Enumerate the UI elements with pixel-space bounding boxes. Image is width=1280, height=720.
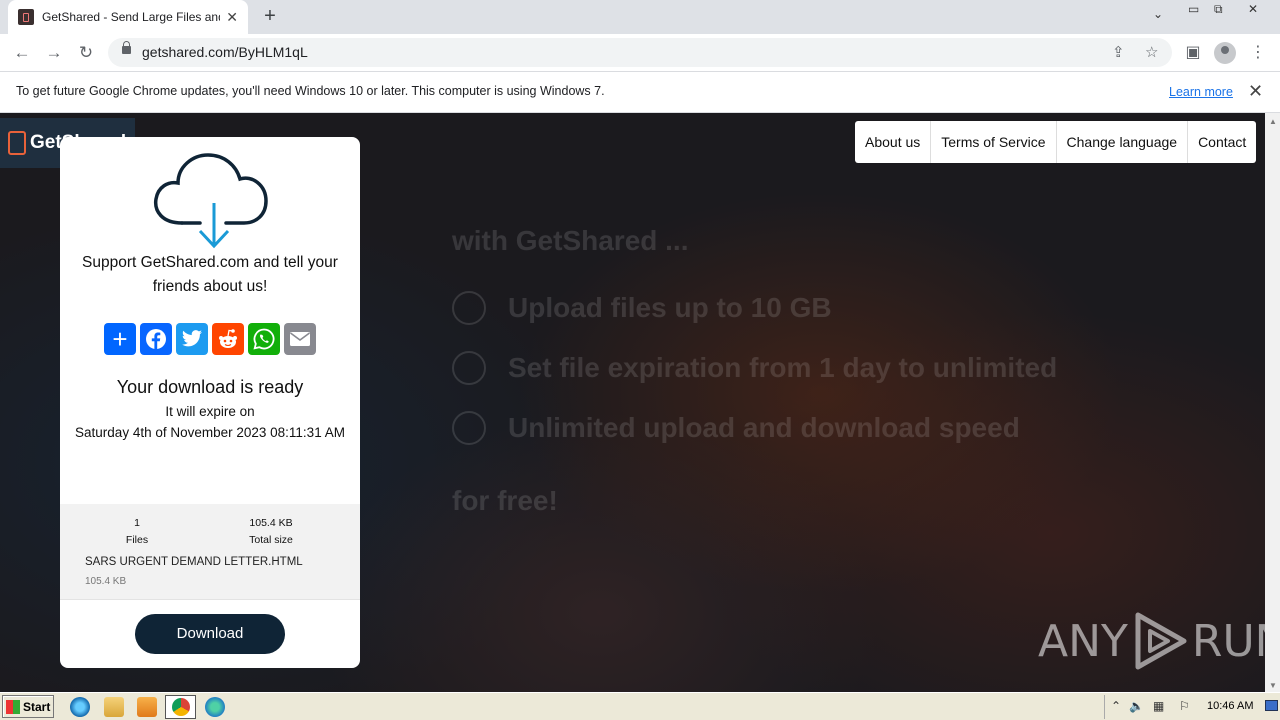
- facebook-share-button[interactable]: [140, 323, 172, 355]
- page-scrollbar[interactable]: ▲ ▼: [1265, 113, 1280, 692]
- facebook-icon: [146, 329, 166, 349]
- feature-item: Set file expiration from 1 day to unlimi…: [452, 351, 1057, 385]
- nav-contact[interactable]: Contact: [1188, 121, 1256, 163]
- menu-kebab-icon[interactable]: ⋮: [1246, 41, 1270, 65]
- file-summary: 1 Files 105.4 KB Total size SARS URGENT …: [60, 504, 360, 599]
- chevron-circle-icon: [452, 291, 486, 325]
- learn-more-link[interactable]: Learn more: [1169, 85, 1233, 99]
- play-triangle-icon: [1135, 612, 1187, 670]
- feature-item: Unlimited upload and download speed: [452, 411, 1020, 445]
- twitter-share-button[interactable]: [176, 323, 208, 355]
- feature-text: Unlimited upload and download speed: [508, 412, 1020, 443]
- download-card: Support GetShared.com and tell your frie…: [60, 137, 360, 668]
- lock-icon[interactable]: [122, 41, 131, 54]
- chevron-circle-icon: [452, 411, 486, 445]
- scroll-down-arrow-icon[interactable]: ▼: [1269, 681, 1277, 690]
- window-close-icon[interactable]: ✕: [1248, 2, 1258, 16]
- total-size-label: Total size: [249, 534, 293, 546]
- tab-close-icon[interactable]: ✕: [226, 9, 238, 26]
- share-plus-button[interactable]: +: [104, 323, 136, 355]
- envelope-icon: [290, 332, 310, 346]
- scroll-up-arrow-icon[interactable]: ▲: [1269, 117, 1277, 126]
- bookmark-star-icon[interactable]: ☆: [1145, 43, 1158, 61]
- anyrun-watermark: ANY RUN: [1038, 611, 1280, 671]
- nav-about-us[interactable]: About us: [855, 121, 932, 163]
- feature-text: Upload files up to 10 GB: [508, 292, 832, 323]
- back-arrow-icon[interactable]: ←: [10, 41, 34, 65]
- restore-icon[interactable]: ⧉: [1214, 2, 1223, 17]
- nav-change-language[interactable]: Change language: [1057, 121, 1189, 163]
- expire-label: It will expire on: [165, 404, 255, 419]
- divider: [60, 599, 360, 600]
- infobar-message: To get future Google Chrome updates, you…: [16, 84, 605, 98]
- windows-flag-icon: [6, 699, 20, 714]
- show-desktop-icon[interactable]: [1265, 700, 1278, 711]
- new-tab-button[interactable]: +: [258, 4, 282, 28]
- volume-icon[interactable]: 🔈: [1129, 699, 1144, 713]
- support-text: Support GetShared.com and tell your frie…: [82, 254, 338, 295]
- reddit-share-button[interactable]: [212, 323, 244, 355]
- files-count: 1: [134, 517, 140, 529]
- forward-arrow-icon[interactable]: →: [42, 41, 66, 65]
- page-content: GetShared About us Terms of Service Chan…: [0, 113, 1280, 692]
- expire-date: Saturday 4th of November 2023 08:11:31 A…: [75, 425, 345, 440]
- address-bar[interactable]: getshared.com/ByHLM1qL ⇪ ☆: [108, 38, 1172, 67]
- whatsapp-icon: [253, 328, 275, 350]
- download-button[interactable]: Download: [135, 614, 285, 654]
- network-icon[interactable]: ▦: [1153, 699, 1164, 713]
- system-tray: ⌃ 🔈 ▦ ⚐ 10:46 AM: [1104, 695, 1280, 719]
- top-navigation: About us Terms of Service Change languag…: [855, 121, 1257, 163]
- email-share-button[interactable]: [284, 323, 316, 355]
- internet-explorer-icon[interactable]: [70, 697, 90, 717]
- side-panel-icon[interactable]: ▣: [1181, 41, 1205, 65]
- cloud-download-icon: [153, 153, 268, 249]
- action-center-flag-icon[interactable]: ⚐: [1179, 699, 1190, 713]
- total-size-value: 105.4 KB: [249, 517, 293, 529]
- site-favicon-icon: [18, 9, 34, 25]
- file-name: SARS URGENT DEMAND LETTER.HTML: [85, 556, 303, 568]
- watermark-any: ANY: [1038, 615, 1128, 667]
- browser-toolbar: ← → ↻ getshared.com/ByHLM1qL ⇪ ☆ ▣ ⋮: [0, 34, 1280, 71]
- url-text[interactable]: getshared.com/ByHLM1qL: [142, 44, 308, 60]
- update-infobar: To get future Google Chrome updates, you…: [0, 71, 1280, 113]
- edge-icon[interactable]: [205, 697, 225, 717]
- feature-item: Upload files up to 10 GB: [452, 291, 832, 325]
- tab-strip: GetShared - Send Large Files and Sh ✕ + …: [0, 0, 1280, 34]
- infobar-close-icon[interactable]: ✕: [1248, 81, 1263, 102]
- share-page-icon[interactable]: ⇪: [1112, 43, 1125, 61]
- file-explorer-icon[interactable]: [104, 697, 124, 717]
- share-buttons: +: [104, 323, 320, 355]
- feature-text: Set file expiration from 1 day to unlimi…: [508, 352, 1058, 383]
- tab-title: GetShared - Send Large Files and Sh: [42, 10, 220, 24]
- hero-footer-text: for free!: [452, 485, 558, 516]
- total-size-stat: 105.4 KB Total size: [236, 515, 306, 549]
- files-label: Files: [125, 534, 149, 546]
- minimize-icon[interactable]: ▭: [1188, 2, 1199, 16]
- start-button[interactable]: Start: [2, 695, 54, 718]
- tab-search-chevron-icon[interactable]: ⌄: [1153, 7, 1163, 21]
- download-ready-title: Your download is ready: [116, 377, 304, 397]
- windows-taskbar: Start ⌃ 🔈 ▦ ⚐ 10:46 AM: [0, 692, 1280, 720]
- browser-tab[interactable]: GetShared - Send Large Files and Sh ✕: [8, 0, 248, 34]
- hero-section: with GetShared ... Upload files up to 10…: [452, 225, 1057, 516]
- nav-terms-of-service[interactable]: Terms of Service: [931, 121, 1057, 163]
- taskbar-clock[interactable]: 10:46 AM: [1207, 700, 1253, 712]
- reload-icon[interactable]: ↻: [74, 41, 98, 65]
- files-count-stat: 1 Files: [114, 515, 160, 549]
- hero-title: with GetShared ...: [452, 225, 689, 256]
- profile-avatar-icon[interactable]: [1214, 42, 1236, 64]
- twitter-bird-icon: [182, 330, 202, 347]
- logo-document-icon: [8, 131, 26, 155]
- whatsapp-share-button[interactable]: [248, 323, 280, 355]
- chrome-icon: [172, 698, 190, 716]
- chevron-circle-icon: [452, 351, 486, 385]
- start-label: Start: [23, 699, 51, 714]
- media-player-icon[interactable]: [137, 697, 157, 717]
- file-size: 105.4 KB: [85, 576, 127, 587]
- reddit-alien-icon: [219, 329, 237, 348]
- show-hidden-icons-icon[interactable]: ⌃: [1111, 699, 1121, 713]
- chrome-taskbar-button[interactable]: [165, 695, 196, 719]
